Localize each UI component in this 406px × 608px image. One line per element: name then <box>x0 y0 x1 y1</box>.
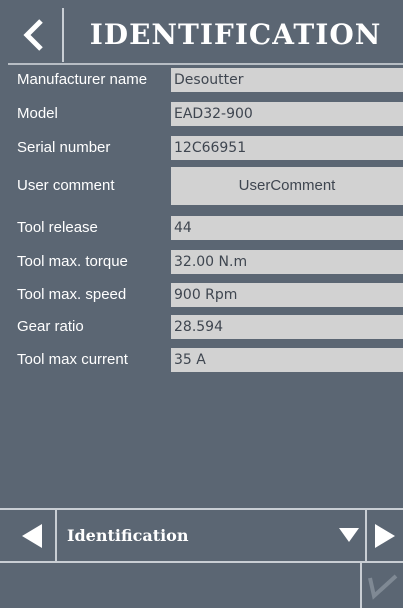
confirm-button[interactable] <box>360 563 403 608</box>
selected-page-label: Identification <box>67 526 189 545</box>
field-label: Manufacturer name <box>17 71 148 88</box>
user-comment-field[interactable]: UserComment <box>171 167 403 205</box>
previous-page-button[interactable] <box>8 510 54 561</box>
field-label: Model <box>17 105 58 122</box>
checkmark-icon <box>368 574 398 600</box>
field-label: Tool release <box>17 219 98 236</box>
footer-bar <box>0 563 403 608</box>
header: IDENTIFICATION <box>8 8 403 62</box>
tool-max-torque-value: 32.00 N.m <box>171 250 403 274</box>
triangle-down-icon <box>339 528 359 542</box>
field-label: Tool max current <box>17 351 128 368</box>
next-page-button[interactable] <box>367 510 403 561</box>
header-divider <box>8 63 403 65</box>
back-button[interactable] <box>8 8 64 62</box>
chevron-left-icon <box>23 19 43 51</box>
tool-max-speed-value: 900 Rpm <box>171 283 403 307</box>
triangle-right-icon <box>375 524 395 548</box>
field-label: Tool max. speed <box>17 286 127 303</box>
page-navigator: Identification <box>0 510 403 561</box>
model-value: EAD32-900 <box>171 102 403 126</box>
field-label: Gear ratio <box>17 318 84 335</box>
page-selector-dropdown[interactable]: Identification <box>57 510 365 561</box>
serial-number-value: 12C66951 <box>171 136 403 160</box>
page-title: IDENTIFICATION <box>89 18 382 51</box>
field-label: Serial number <box>17 139 111 156</box>
tool-max-current-value: 35 A <box>171 348 403 372</box>
field-label: User comment <box>17 177 115 194</box>
manufacturer-name-value: Desoutter <box>171 68 403 92</box>
field-label: Tool max. torque <box>17 253 128 270</box>
app-window: IDENTIFICATION Manufacturer name Desoutt… <box>0 0 403 608</box>
triangle-left-icon <box>22 524 42 548</box>
gear-ratio-value: 28.594 <box>171 315 403 339</box>
tool-release-value: 44 <box>171 216 403 240</box>
